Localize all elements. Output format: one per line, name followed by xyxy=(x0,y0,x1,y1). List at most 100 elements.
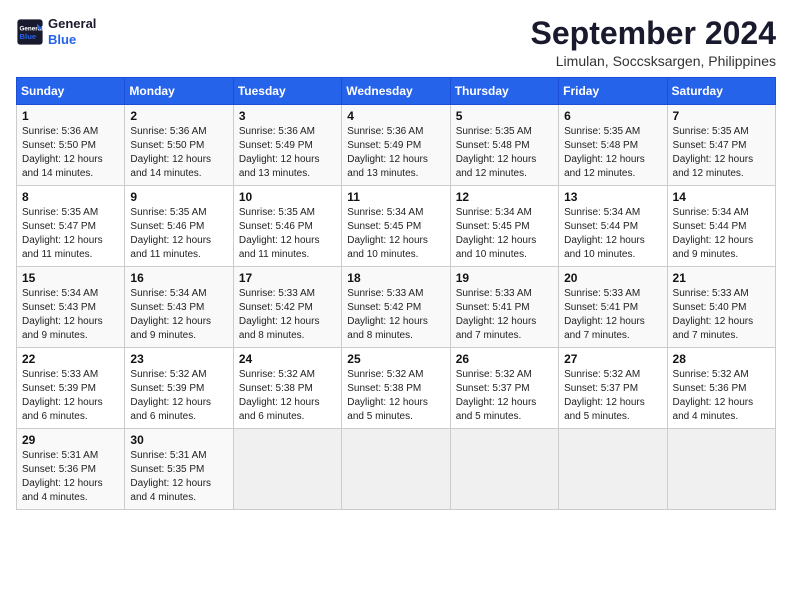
day-number: 19 xyxy=(456,271,553,285)
header-tuesday: Tuesday xyxy=(233,78,341,105)
day-number: 25 xyxy=(347,352,444,366)
header-monday: Monday xyxy=(125,78,233,105)
day-info: Sunrise: 5:34 AM Sunset: 5:45 PM Dayligh… xyxy=(347,206,444,262)
table-row: 9 Sunrise: 5:35 AM Sunset: 5:46 PM Daylig… xyxy=(125,186,233,267)
day-info: Sunrise: 5:36 AM Sunset: 5:50 PM Dayligh… xyxy=(22,125,119,181)
day-info: Sunrise: 5:33 AM Sunset: 5:40 PM Dayligh… xyxy=(673,287,770,343)
day-info: Sunrise: 5:33 AM Sunset: 5:41 PM Dayligh… xyxy=(564,287,661,343)
table-row: 28Sunrise: 5:32 AM Sunset: 5:36 PM Dayli… xyxy=(667,348,775,429)
day-number: 1 xyxy=(22,109,119,123)
day-number: 22 xyxy=(22,352,119,366)
day-number: 10 xyxy=(239,190,336,204)
table-row: 15 Sunrise: 5:34 AM Sunset: 5:43 PM Dayli… xyxy=(17,267,125,348)
table-row: 7 Sunrise: 5:35 AM Sunset: 5:47 PM Daylig… xyxy=(667,105,775,186)
day-number: 17 xyxy=(239,271,336,285)
title-block: September 2024 Limulan, Soccsksargen, Ph… xyxy=(531,16,776,69)
day-number: 29 xyxy=(22,433,119,447)
day-info: Sunrise: 5:32 AM Sunset: 5:38 PM Dayligh… xyxy=(239,368,336,424)
day-info: Sunrise: 5:33 AM Sunset: 5:42 PM Dayligh… xyxy=(347,287,444,343)
day-number: 13 xyxy=(564,190,661,204)
table-row: 24 Sunrise: 5:32 AM Sunset: 5:38 PM Dayli… xyxy=(233,348,341,429)
day-info: Sunrise: 5:32 AM Sunset: 5:37 PM Dayligh… xyxy=(456,368,553,424)
month-title: September 2024 xyxy=(531,16,776,51)
table-row: 5Sunrise: 5:35 AM Sunset: 5:48 PM Daylig… xyxy=(450,105,558,186)
logo: General Blue General Blue xyxy=(16,16,96,47)
day-number: 14 xyxy=(673,190,770,204)
logo-line2: Blue xyxy=(48,32,96,48)
day-number: 18 xyxy=(347,271,444,285)
day-number: 3 xyxy=(239,109,336,123)
table-row: 26 Sunrise: 5:32 AM Sunset: 5:37 PM Dayli… xyxy=(450,348,558,429)
svg-text:Blue: Blue xyxy=(20,32,37,41)
calendar-week-row: 15 Sunrise: 5:34 AM Sunset: 5:43 PM Dayli… xyxy=(17,267,776,348)
day-number: 23 xyxy=(130,352,227,366)
day-info: Sunrise: 5:36 AM Sunset: 5:49 PM Dayligh… xyxy=(239,125,336,181)
calendar-header-row: SundayMondayTuesdayWednesdayThursdayFrid… xyxy=(17,78,776,105)
table-row: 4Sunrise: 5:36 AM Sunset: 5:49 PM Daylig… xyxy=(342,105,450,186)
table-row: 12 Sunrise: 5:34 AM Sunset: 5:45 PM Dayli… xyxy=(450,186,558,267)
day-number: 7 xyxy=(673,109,770,123)
day-number: 5 xyxy=(456,109,553,123)
table-row: 25 Sunrise: 5:32 AM Sunset: 5:38 PM Dayli… xyxy=(342,348,450,429)
day-info: Sunrise: 5:35 AM Sunset: 5:47 PM Dayligh… xyxy=(673,125,770,181)
day-info: Sunrise: 5:34 AM Sunset: 5:45 PM Dayligh… xyxy=(456,206,553,262)
table-row: 27Sunrise: 5:32 AM Sunset: 5:37 PM Dayli… xyxy=(559,348,667,429)
table-row: 22 Sunrise: 5:33 AM Sunset: 5:39 PM Dayli… xyxy=(17,348,125,429)
day-number: 26 xyxy=(456,352,553,366)
day-number: 24 xyxy=(239,352,336,366)
table-row: 2Sunrise: 5:36 AM Sunset: 5:50 PM Daylig… xyxy=(125,105,233,186)
header-wednesday: Wednesday xyxy=(342,78,450,105)
calendar-week-row: 8 Sunrise: 5:35 AM Sunset: 5:47 PM Daylig… xyxy=(17,186,776,267)
calendar: SundayMondayTuesdayWednesdayThursdayFrid… xyxy=(16,77,776,510)
table-row xyxy=(233,429,341,510)
table-row: 6Sunrise: 5:35 AM Sunset: 5:48 PM Daylig… xyxy=(559,105,667,186)
day-number: 4 xyxy=(347,109,444,123)
table-row: 30Sunrise: 5:31 AM Sunset: 5:35 PM Dayli… xyxy=(125,429,233,510)
table-row: 29 Sunrise: 5:31 AM Sunset: 5:36 PM Dayli… xyxy=(17,429,125,510)
day-info: Sunrise: 5:35 AM Sunset: 5:46 PM Dayligh… xyxy=(239,206,336,262)
table-row: 8 Sunrise: 5:35 AM Sunset: 5:47 PM Daylig… xyxy=(17,186,125,267)
day-info: Sunrise: 5:35 AM Sunset: 5:46 PM Dayligh… xyxy=(130,206,227,262)
table-row: 13 Sunrise: 5:34 AM Sunset: 5:44 PM Dayli… xyxy=(559,186,667,267)
day-info: Sunrise: 5:31 AM Sunset: 5:35 PM Dayligh… xyxy=(130,449,227,505)
day-number: 15 xyxy=(22,271,119,285)
table-row xyxy=(342,429,450,510)
table-row: 10 Sunrise: 5:35 AM Sunset: 5:46 PM Dayli… xyxy=(233,186,341,267)
day-info: Sunrise: 5:33 AM Sunset: 5:39 PM Dayligh… xyxy=(22,368,119,424)
day-info: Sunrise: 5:34 AM Sunset: 5:44 PM Dayligh… xyxy=(564,206,661,262)
day-number: 6 xyxy=(564,109,661,123)
day-info: Sunrise: 5:35 AM Sunset: 5:47 PM Dayligh… xyxy=(22,206,119,262)
table-row: 21 Sunrise: 5:33 AM Sunset: 5:40 PM Dayli… xyxy=(667,267,775,348)
table-row xyxy=(450,429,558,510)
table-row: 3 Sunrise: 5:36 AM Sunset: 5:49 PM Daylig… xyxy=(233,105,341,186)
day-number: 27 xyxy=(564,352,661,366)
table-row: 19Sunrise: 5:33 AM Sunset: 5:41 PM Dayli… xyxy=(450,267,558,348)
day-info: Sunrise: 5:31 AM Sunset: 5:36 PM Dayligh… xyxy=(22,449,119,505)
calendar-week-row: 1 Sunrise: 5:36 AM Sunset: 5:50 PM Daylig… xyxy=(17,105,776,186)
day-info: Sunrise: 5:33 AM Sunset: 5:42 PM Dayligh… xyxy=(239,287,336,343)
day-info: Sunrise: 5:34 AM Sunset: 5:43 PM Dayligh… xyxy=(130,287,227,343)
day-number: 9 xyxy=(130,190,227,204)
table-row: 14Sunrise: 5:34 AM Sunset: 5:44 PM Dayli… xyxy=(667,186,775,267)
header-friday: Friday xyxy=(559,78,667,105)
day-number: 2 xyxy=(130,109,227,123)
day-info: Sunrise: 5:32 AM Sunset: 5:38 PM Dayligh… xyxy=(347,368,444,424)
location-title: Limulan, Soccsksargen, Philippines xyxy=(531,53,776,69)
table-row: 17 Sunrise: 5:33 AM Sunset: 5:42 PM Dayli… xyxy=(233,267,341,348)
header-saturday: Saturday xyxy=(667,78,775,105)
day-number: 20 xyxy=(564,271,661,285)
logo-line1: General xyxy=(48,16,96,32)
table-row: 23Sunrise: 5:32 AM Sunset: 5:39 PM Dayli… xyxy=(125,348,233,429)
table-row xyxy=(667,429,775,510)
header-thursday: Thursday xyxy=(450,78,558,105)
header-sunday: Sunday xyxy=(17,78,125,105)
calendar-week-row: 29 Sunrise: 5:31 AM Sunset: 5:36 PM Dayli… xyxy=(17,429,776,510)
table-row xyxy=(559,429,667,510)
day-number: 8 xyxy=(22,190,119,204)
day-number: 21 xyxy=(673,271,770,285)
day-number: 12 xyxy=(456,190,553,204)
logo-icon: General Blue xyxy=(16,18,44,46)
table-row: 1 Sunrise: 5:36 AM Sunset: 5:50 PM Daylig… xyxy=(17,105,125,186)
day-info: Sunrise: 5:34 AM Sunset: 5:43 PM Dayligh… xyxy=(22,287,119,343)
table-row: 18 Sunrise: 5:33 AM Sunset: 5:42 PM Dayli… xyxy=(342,267,450,348)
